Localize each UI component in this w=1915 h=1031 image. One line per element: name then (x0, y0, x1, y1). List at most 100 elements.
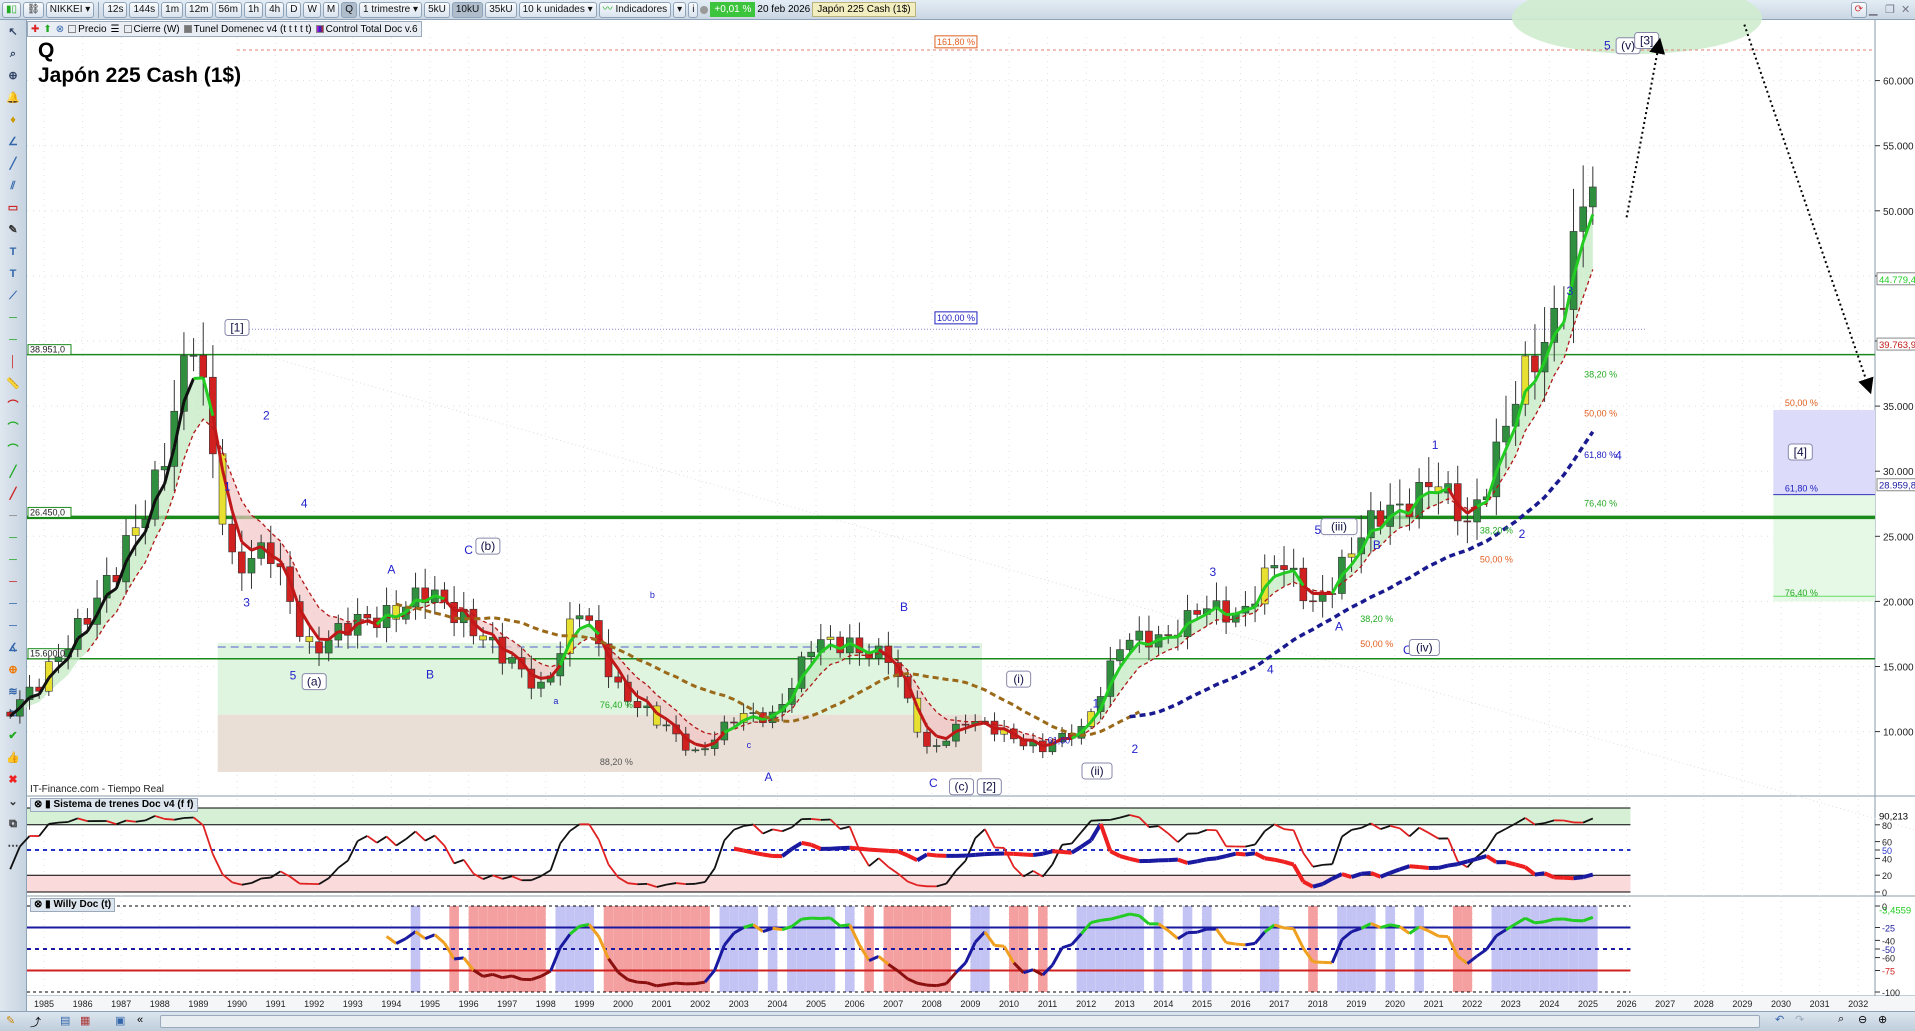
osc1-title: Sistema de trenes Doc v4 (f f) (53, 799, 194, 810)
zoom-out-icon[interactable]: ⊖ (1858, 1013, 1867, 1026)
y-tick-label: 55.000 (1883, 142, 1914, 153)
fast-tunnel-line (540, 675, 551, 680)
candle-body (1125, 639, 1134, 650)
candle-body (1396, 503, 1404, 506)
x-tick-label: 2001 (652, 999, 672, 1009)
osc1-slow-line (1080, 838, 1093, 849)
wave-label: B (426, 667, 434, 681)
fib-label: 76,40 % (1584, 498, 1617, 508)
x-tick-label: 2008 (922, 999, 942, 1009)
osc1-fast-line (366, 835, 378, 844)
price-tag-label: 44.779,4 (1879, 275, 1915, 286)
wave-label: A (387, 562, 395, 576)
collapse-icon[interactable]: « (137, 1014, 143, 1026)
osc1-slow-line (1573, 875, 1584, 881)
osc1-fast-line (1071, 831, 1083, 845)
wave-label: (v) (1621, 39, 1635, 53)
wave-label: (a) (307, 675, 322, 689)
zoom-in-icon[interactable]: ⊕ (1878, 1013, 1887, 1026)
osc1-slow-line (1089, 822, 1103, 842)
osc1-slow-line (1206, 856, 1217, 862)
candle-body (633, 701, 642, 709)
osc1-fast-line (1061, 842, 1072, 846)
osc1-fast-line (1312, 864, 1323, 868)
level-label: 38.951,0 (30, 345, 65, 355)
osc2-line (994, 943, 1005, 948)
osc1-slow-line (1389, 867, 1401, 875)
undo-icon[interactable]: ↶ (1775, 1013, 1784, 1026)
osc1-fast-line (261, 876, 271, 880)
x-tick-label: 1993 (343, 999, 363, 1009)
wave-label: A (1335, 619, 1343, 633)
fast-tunnel-line (415, 598, 426, 603)
osc2-tick-label: -60 (1882, 954, 1895, 964)
candle-body (1589, 186, 1597, 208)
osc1-slow-line (1098, 823, 1113, 852)
price-tag-label: 28.959,8 (1879, 481, 1915, 492)
x-tick-label: 2026 (1617, 999, 1637, 1009)
osc2-line (1051, 947, 1064, 966)
osc1-fast-line (212, 853, 224, 875)
osc2-line (453, 956, 464, 961)
fib-box-label: 161,80 % (937, 37, 975, 47)
candle-body (1424, 482, 1433, 488)
x-tick-label: 1989 (188, 999, 208, 1009)
fib-label: 50,00 % (1584, 409, 1617, 419)
horizontal-scrollbar[interactable] (160, 1015, 1760, 1028)
share-icon[interactable]: ⤴ (30, 1014, 41, 1030)
zoom-fit-icon[interactable]: ⌕ (1838, 1013, 1844, 1026)
osc1-fast-line (549, 843, 562, 871)
osc1-fast-line (453, 859, 465, 865)
osc1-slow-line (1013, 851, 1024, 857)
candle-body (1116, 649, 1124, 662)
osc1-slow-line (849, 845, 860, 851)
osc1-slow-line (965, 852, 976, 858)
osc1-fast-line (1292, 829, 1305, 854)
osc2-line (1215, 928, 1228, 944)
candle-body (1473, 499, 1481, 523)
wave-label: 1 (1432, 438, 1439, 452)
candle-body (662, 724, 671, 727)
candle-body (324, 639, 333, 654)
osc2-close-icon[interactable]: ⊗ (34, 899, 42, 910)
window-icon[interactable]: ▣ (115, 1014, 125, 1027)
candle-body (1280, 565, 1288, 570)
osc2-line (1292, 928, 1305, 949)
osc1-slow-line (733, 846, 745, 853)
osc1-fast-line (1158, 825, 1169, 835)
osc1-slow-line (743, 848, 754, 855)
candle-body (131, 527, 140, 536)
osc2-line (1235, 942, 1246, 947)
x-tick-label: 2003 (729, 999, 749, 1009)
x-tick-label: 1991 (266, 999, 286, 1009)
osc1-header[interactable]: ⊗ ▮ Sistema de trenes Doc v4 (f f) (30, 798, 198, 812)
osc1-slow-line (1187, 859, 1198, 865)
osc1-close-icon[interactable]: ⊗ (34, 799, 42, 810)
x-tick-label: 2012 (1076, 999, 1096, 1009)
report-icon[interactable]: ▦ (80, 1014, 90, 1027)
x-tick-label: 2032 (1848, 999, 1868, 1009)
candle-body (1309, 600, 1317, 603)
x-tick-label: 2023 (1501, 999, 1521, 1009)
osc1-slow-line (1061, 849, 1072, 855)
pencil-icon[interactable]: ✎ (6, 1014, 15, 1027)
osc1-slow-line (916, 852, 929, 862)
osc1-slow-line (1341, 872, 1353, 879)
x-tick-label: 2002 (690, 999, 710, 1009)
y-tick-label: 50.000 (1883, 207, 1914, 218)
osc2-line (1476, 948, 1488, 958)
bottom-toolbar: ✎ ⤴ ▤ ▦ ▣ « ↶ ↷ ⌕ ⊖ ⊕ (0, 1011, 1915, 1031)
redo-icon[interactable]: ↷ (1795, 1013, 1804, 1026)
wave-label: [1] (230, 321, 243, 335)
chart-canvas[interactable]: 10.00015.00020.00025.00030.00035.00040.0… (0, 0, 1915, 1031)
osc1-fast-line (1302, 852, 1314, 868)
x-tick-label: 2011 (1038, 999, 1057, 1009)
osc1-fast-line (405, 830, 417, 840)
osc1-slow-line (1168, 857, 1178, 863)
note-icon[interactable]: ▤ (60, 1014, 70, 1027)
osc1-slow-line (1129, 856, 1140, 864)
osc2-header[interactable]: ⊗ ▮ Willy Doc (t) (30, 898, 116, 912)
osc2-line (1534, 920, 1545, 925)
osc1-fast-line (1215, 829, 1227, 847)
osc1-fast-line (58, 821, 69, 824)
